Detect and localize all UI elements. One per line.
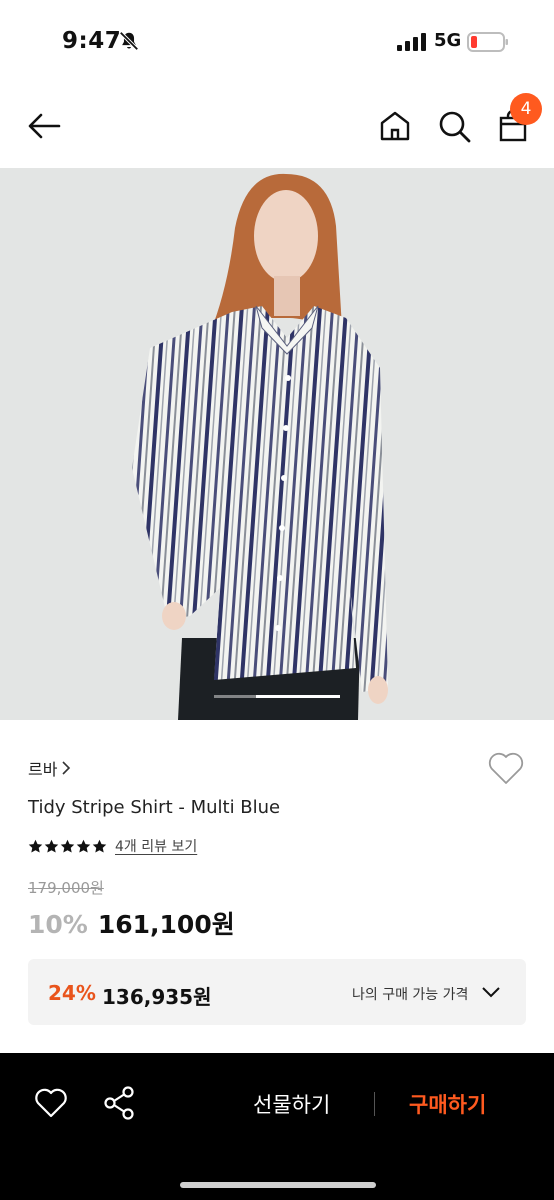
brand-link[interactable]: 르바	[28, 756, 71, 780]
star-icon	[60, 839, 75, 852]
star-icon	[28, 839, 43, 852]
star-icon	[76, 839, 91, 852]
network-type: 5G	[434, 30, 462, 51]
star-icon	[44, 839, 59, 852]
gift-button[interactable]: 선물하기	[253, 1089, 330, 1119]
heart-outline-icon[interactable]	[486, 748, 526, 788]
discount-rate: 10%	[28, 910, 88, 939]
divider	[374, 1092, 375, 1116]
share-icon[interactable]	[102, 1085, 136, 1121]
signal-bars-icon	[397, 33, 426, 51]
best-price-label: 나의 구매 가능 가격	[352, 987, 469, 1003]
chevron-right-icon	[62, 761, 71, 775]
rating-row: 4개 리뷰 보기	[28, 836, 197, 856]
original-price: 179,000원	[28, 879, 104, 897]
best-price-toggle[interactable]: 24% 136,935원 나의 구매 가능 가격	[28, 959, 526, 1025]
chevron-down-icon	[482, 987, 500, 998]
best-discount-rate: 24%	[48, 981, 96, 1005]
arrow-left-icon[interactable]	[26, 108, 62, 144]
price-row: 10% 161,100원	[28, 905, 235, 941]
bell-slash-icon	[119, 31, 139, 51]
home-indicator[interactable]	[180, 1182, 376, 1188]
best-price: 136,935원	[102, 985, 212, 1009]
product-image[interactable]	[0, 168, 554, 720]
search-icon[interactable]	[436, 108, 472, 144]
status-bar: 9:47 5G	[0, 0, 554, 84]
buy-button[interactable]: 구매하기	[409, 1089, 486, 1119]
heart-outline-icon[interactable]	[34, 1087, 68, 1119]
star-icon	[92, 839, 107, 852]
brand-name: 르바	[28, 760, 58, 779]
home-icon[interactable]	[377, 108, 413, 144]
rating-stars	[28, 839, 107, 854]
bottom-action-bar: 선물하기 구매하기	[0, 1053, 554, 1200]
slide-indicator-active	[256, 695, 340, 698]
battery-low-icon	[467, 32, 508, 52]
model-wearing-striped-shirt-photo	[0, 168, 554, 720]
product-name: Tidy Stripe Shirt - Multi Blue	[28, 797, 281, 818]
review-link[interactable]: 4개 리뷰 보기	[115, 836, 197, 856]
top-navigation	[0, 84, 554, 168]
sale-price: 161,100원	[97, 910, 235, 939]
slide-indicator	[214, 695, 340, 698]
status-time: 9:47	[62, 28, 122, 54]
cart-count-badge: 4	[510, 93, 542, 125]
